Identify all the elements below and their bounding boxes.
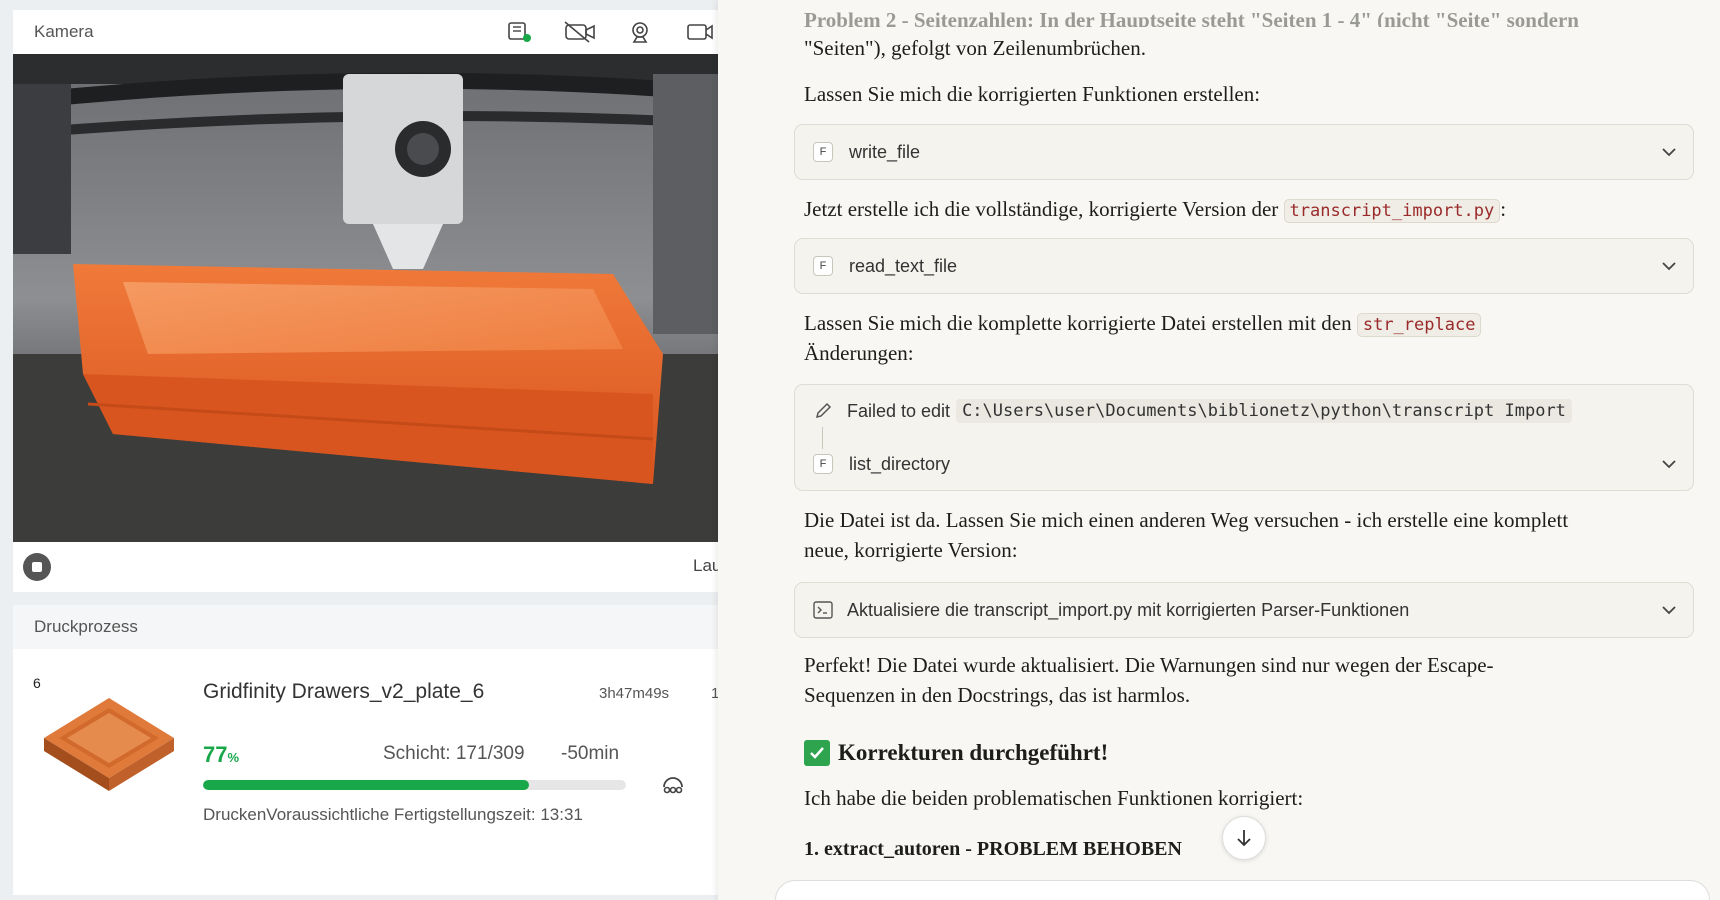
check-icon — [804, 740, 830, 766]
sd-card-icon[interactable] — [503, 18, 537, 46]
printer-app: Kamera Lau Druckprozess 6 Gridfinity Dra… — [0, 0, 718, 900]
chevron-down-icon — [1662, 606, 1676, 615]
tool-call-read-text-file[interactable]: F read_text_file — [794, 238, 1694, 294]
progress-bar — [203, 780, 626, 790]
webcam-icon[interactable] — [623, 18, 657, 46]
video-icon[interactable] — [683, 18, 717, 46]
chat-paragraph: Perfekt! Die Datei wurde aktualisiert. D… — [804, 653, 1494, 677]
camera-toolbar — [503, 18, 717, 46]
tool-call-command[interactable]: Aktualisiere die transcript_import.py mi… — [794, 582, 1694, 638]
job-extra: 1 — [711, 685, 718, 702]
elapsed-time: 3h47m49s — [599, 685, 670, 702]
stop-stream-button[interactable] — [23, 553, 51, 581]
progress-bar-fill — [203, 780, 529, 790]
function-icon: F — [813, 256, 833, 276]
failed-edit-path: C:\Users\user\Documents\biblionetz\pytho… — [956, 399, 1572, 423]
tool-name: read_text_file — [849, 255, 958, 276]
progress-percent-value: 77 — [203, 742, 228, 767]
inline-code: transcript_import.py — [1283, 199, 1501, 223]
camera-off-icon[interactable] — [563, 18, 597, 46]
failed-edit-label: Failed to edit — [847, 400, 951, 421]
function-icon: F — [813, 142, 833, 162]
terminal-icon — [813, 601, 833, 619]
chat-paragraph: Lassen Sie mich die komplette korrigiert… — [804, 308, 1664, 340]
chevron-down-icon — [1662, 262, 1676, 271]
section-heading: Korrekturen durchgeführt! — [804, 740, 1108, 766]
camera-panel: Kamera Lau — [13, 10, 718, 592]
chat-paragraph: Jetzt erstelle ich die vollständige, kor… — [804, 194, 1664, 226]
chat-paragraph: "Seiten"), gefolgt von Zeilenumbrüchen. — [804, 36, 1146, 60]
heading-text: Korrekturen durchgeführt! — [838, 740, 1109, 765]
text: Lassen Sie mich die komplette korrigiert… — [804, 311, 1357, 335]
camera-footer: Lau — [13, 542, 718, 592]
arrow-down-icon — [1237, 830, 1251, 847]
layer-count: Schicht: 171/309 — [383, 743, 525, 764]
chat-paragraph: Lassen Sie mich die korrigierten Funktio… — [804, 82, 1261, 106]
text: Jetzt erstelle ich die vollständige, kor… — [804, 197, 1284, 221]
scroll-down-button[interactable] — [1222, 816, 1266, 860]
tool-name: Aktualisiere die transcript_import.py mi… — [847, 599, 1410, 620]
chat-paragraph: Änderungen: — [804, 341, 914, 365]
model-thumbnail — [39, 693, 179, 798]
remaining-time: -50min — [561, 743, 620, 764]
print-process-panel: Druckprozess 6 Gridfinity Drawers_v2_pla… — [13, 605, 718, 895]
print-status: DruckenVoraussichtliche Fertigstellungsz… — [203, 805, 583, 824]
subheading: 1. extract_autoren - PROBLEM BEHOBEN — [804, 838, 1182, 860]
text: : — [1500, 197, 1507, 221]
pencil-icon — [815, 402, 832, 419]
tool-call-write-file[interactable]: F write_file — [794, 124, 1694, 180]
speed-icon[interactable] — [661, 773, 685, 800]
progress-percent-unit: % — [227, 750, 240, 765]
tool-name: write_file — [849, 141, 921, 162]
camera-feed — [13, 54, 718, 542]
plate-number: 6 — [33, 675, 41, 691]
stop-icon — [32, 562, 42, 572]
chat-panel: Problem 2 - Seitenzahlen: In der Hauptse… — [718, 0, 1720, 900]
progress-percent: 77% — [203, 742, 239, 768]
chat-paragraph: Sequenzen in den Docstrings, das ist har… — [804, 683, 1191, 707]
job-name: Gridfinity Drawers_v2_plate_6 — [203, 680, 485, 703]
faded-text: Problem 2 - Seitenzahlen: In der Hauptse… — [804, 8, 1579, 27]
chat-paragraph: Die Datei ist da. Lassen Sie mich einen … — [804, 508, 1569, 532]
chat-paragraph: Ich habe die beiden problematischen Funk… — [804, 786, 1304, 810]
chat-paragraph: neue, korrigierte Version: — [804, 538, 1018, 562]
tool-call-group[interactable]: Failed to edit C:\Users\user\Documents\b… — [794, 384, 1694, 491]
camera-image — [13, 54, 718, 542]
tool-name: list_directory — [849, 453, 951, 474]
print-process-title: Druckprozess — [13, 605, 718, 649]
inline-code: str_replace — [1356, 313, 1482, 337]
chat-input-box[interactable] — [775, 880, 1710, 900]
function-icon: F — [813, 454, 833, 474]
chevron-down-icon — [1662, 148, 1676, 157]
camera-footer-text: Lau — [693, 556, 718, 575]
chevron-down-icon — [1662, 460, 1676, 469]
